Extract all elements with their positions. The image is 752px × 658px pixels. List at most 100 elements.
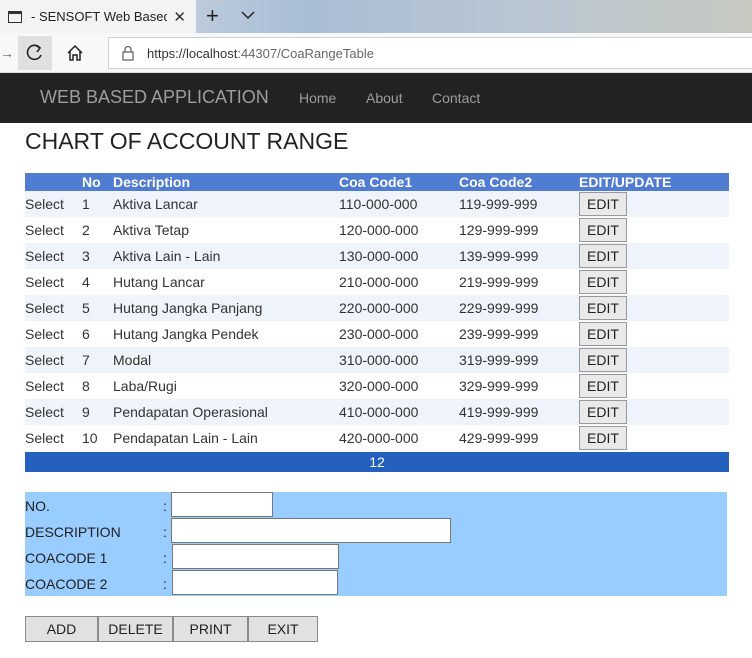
header-description: Description xyxy=(113,173,339,191)
row-no: 2 xyxy=(82,222,90,238)
select-link[interactable]: Select xyxy=(25,300,64,316)
browser-tab-strip: - SENSOFT Web Based A ✕ + xyxy=(0,0,752,33)
row-no: 8 xyxy=(82,378,90,394)
lock-icon xyxy=(122,45,134,61)
nav-contact[interactable]: Contact xyxy=(432,90,480,106)
coacode2-field[interactable] xyxy=(172,570,338,595)
description-label: DESCRIPTION xyxy=(25,524,121,540)
form-panel: NO. : DESCRIPTION : COACODE 1 : COACODE … xyxy=(25,492,727,596)
brand-link[interactable]: WEB BASED APPLICATION xyxy=(40,87,269,108)
table-row: Select 2 Aktiva Tetap 120-000-000 129-999-99… xyxy=(25,217,729,243)
delete-button[interactable]: DELETE xyxy=(98,616,173,642)
print-button[interactable]: PRINT xyxy=(173,616,248,642)
coacode1-label: COACODE 1 xyxy=(25,550,108,566)
table-row: Select 6 Hutang Jangka Pendek 230-000-000 23… xyxy=(25,321,729,347)
select-link[interactable]: Select xyxy=(25,430,64,446)
no-field[interactable] xyxy=(171,492,273,517)
tab-title: - SENSOFT Web Based A xyxy=(31,9,167,24)
pager-page-link[interactable]: 12 xyxy=(369,454,385,470)
row-coa-code1: 110-000-000 xyxy=(339,196,418,212)
row-coa-code1: 410-000-000 xyxy=(339,404,419,420)
edit-button[interactable]: EDIT xyxy=(579,400,627,424)
edit-button[interactable]: EDIT xyxy=(579,374,627,398)
select-link[interactable]: Select xyxy=(25,378,64,394)
url-text: https://localhost:44307/CoaRangeTable xyxy=(147,45,374,61)
select-link[interactable]: Select xyxy=(25,248,64,264)
header-coa-code2: Coa Code2 xyxy=(459,173,579,191)
nav-home[interactable]: Home xyxy=(299,90,336,106)
edit-button[interactable]: EDIT xyxy=(579,348,627,372)
header-edit-update: EDIT/UPDATE xyxy=(579,173,729,191)
row-no: 9 xyxy=(82,404,90,420)
select-link[interactable]: Select xyxy=(25,326,64,342)
colon: : xyxy=(163,550,167,566)
coa-range-table: No Description Coa Code1 Coa Code2 EDIT/… xyxy=(25,173,729,451)
row-coa-code1: 420-000-000 xyxy=(339,430,419,446)
select-link[interactable]: Select xyxy=(25,196,64,212)
url-input[interactable]: https://localhost:44307/CoaRangeTable xyxy=(108,37,752,69)
browser-tab[interactable]: - SENSOFT Web Based A ✕ xyxy=(0,0,196,33)
row-no: 6 xyxy=(82,326,90,342)
row-coa-code1: 220-000-000 xyxy=(339,300,419,316)
edit-button[interactable]: EDIT xyxy=(579,426,627,450)
row-description: Hutang Jangka Panjang xyxy=(113,300,263,316)
table-header-row: No Description Coa Code1 Coa Code2 EDIT/… xyxy=(25,173,729,191)
row-coa-code1: 320-000-000 xyxy=(339,378,419,394)
exit-button[interactable]: EXIT xyxy=(248,616,318,642)
select-link[interactable]: Select xyxy=(25,274,64,290)
coacode1-field[interactable] xyxy=(172,544,339,569)
chevron-down-icon[interactable] xyxy=(240,7,256,23)
refresh-button[interactable] xyxy=(18,36,52,70)
row-coa-code2: 239-999-999 xyxy=(459,326,539,342)
pager: 12 xyxy=(25,452,729,472)
table-row: Select 9 Pendapatan Operasional 410-000-000… xyxy=(25,399,729,425)
home-icon[interactable] xyxy=(64,42,86,64)
select-link[interactable]: Select xyxy=(25,222,64,238)
nav-about[interactable]: About xyxy=(366,90,403,106)
add-button[interactable]: ADD xyxy=(25,616,98,642)
row-description: Modal xyxy=(113,352,152,368)
row-coa-code2: 119-999-999 xyxy=(459,196,538,212)
edit-button[interactable]: EDIT xyxy=(579,192,627,216)
page-title: CHART OF ACCOUNT RANGE xyxy=(25,128,349,154)
select-link[interactable]: Select xyxy=(25,404,64,420)
new-tab-button[interactable]: + xyxy=(206,3,219,29)
edit-button[interactable]: EDIT xyxy=(579,218,627,242)
table-row: Select 3 Aktiva Lain - Lain 130-000-000 139-… xyxy=(25,243,729,269)
row-description: Hutang Jangka Pendek xyxy=(113,326,259,342)
edit-button[interactable]: EDIT xyxy=(579,270,627,294)
row-no: 7 xyxy=(82,352,90,368)
row-description: Laba/Rugi xyxy=(113,378,177,394)
row-coa-code1: 230-000-000 xyxy=(339,326,419,342)
edit-button[interactable]: EDIT xyxy=(579,244,627,268)
table-row: Select 10 Pendapatan Lain - Lain 420-000-00… xyxy=(25,425,729,451)
row-coa-code2: 129-999-999 xyxy=(459,222,539,238)
colon: : xyxy=(163,498,167,514)
table-row: Select 1 Aktiva Lancar 110-000-000 119-999-9… xyxy=(25,191,729,217)
row-description: Aktiva Tetap xyxy=(113,222,190,238)
select-link[interactable]: Select xyxy=(25,352,64,368)
row-description: Pendapatan Operasional xyxy=(113,404,268,420)
edit-button[interactable]: EDIT xyxy=(579,322,627,346)
header-coa-code1: Coa Code1 xyxy=(339,173,459,191)
back-arrow-icon[interactable]: → xyxy=(0,45,14,61)
row-no: 3 xyxy=(82,248,90,264)
row-description: Aktiva Lain - Lain xyxy=(113,248,221,264)
row-coa-code1: 130-000-000 xyxy=(339,248,419,264)
row-coa-code2: 319-999-999 xyxy=(459,352,539,368)
colon: : xyxy=(163,576,167,592)
row-no: 5 xyxy=(82,300,90,316)
row-description: Pendapatan Lain - Lain xyxy=(113,430,258,446)
header-no: No xyxy=(82,173,113,191)
table-row: Select 4 Hutang Lancar 210-000-000 219-999-9… xyxy=(25,269,729,295)
table-row: Select 7 Modal 310-000-000 319-999-999 EDIT xyxy=(25,347,729,373)
edit-button[interactable]: EDIT xyxy=(579,296,627,320)
table-row: Select 5 Hutang Jangka Panjang 220-000-000 2… xyxy=(25,295,729,321)
page-icon xyxy=(8,10,22,23)
row-coa-code1: 310-000-000 xyxy=(339,352,419,368)
description-field[interactable] xyxy=(171,518,451,543)
close-icon[interactable]: ✕ xyxy=(173,8,186,26)
row-no: 4 xyxy=(82,274,90,290)
colon: : xyxy=(163,524,167,540)
row-no: 1 xyxy=(82,196,90,212)
